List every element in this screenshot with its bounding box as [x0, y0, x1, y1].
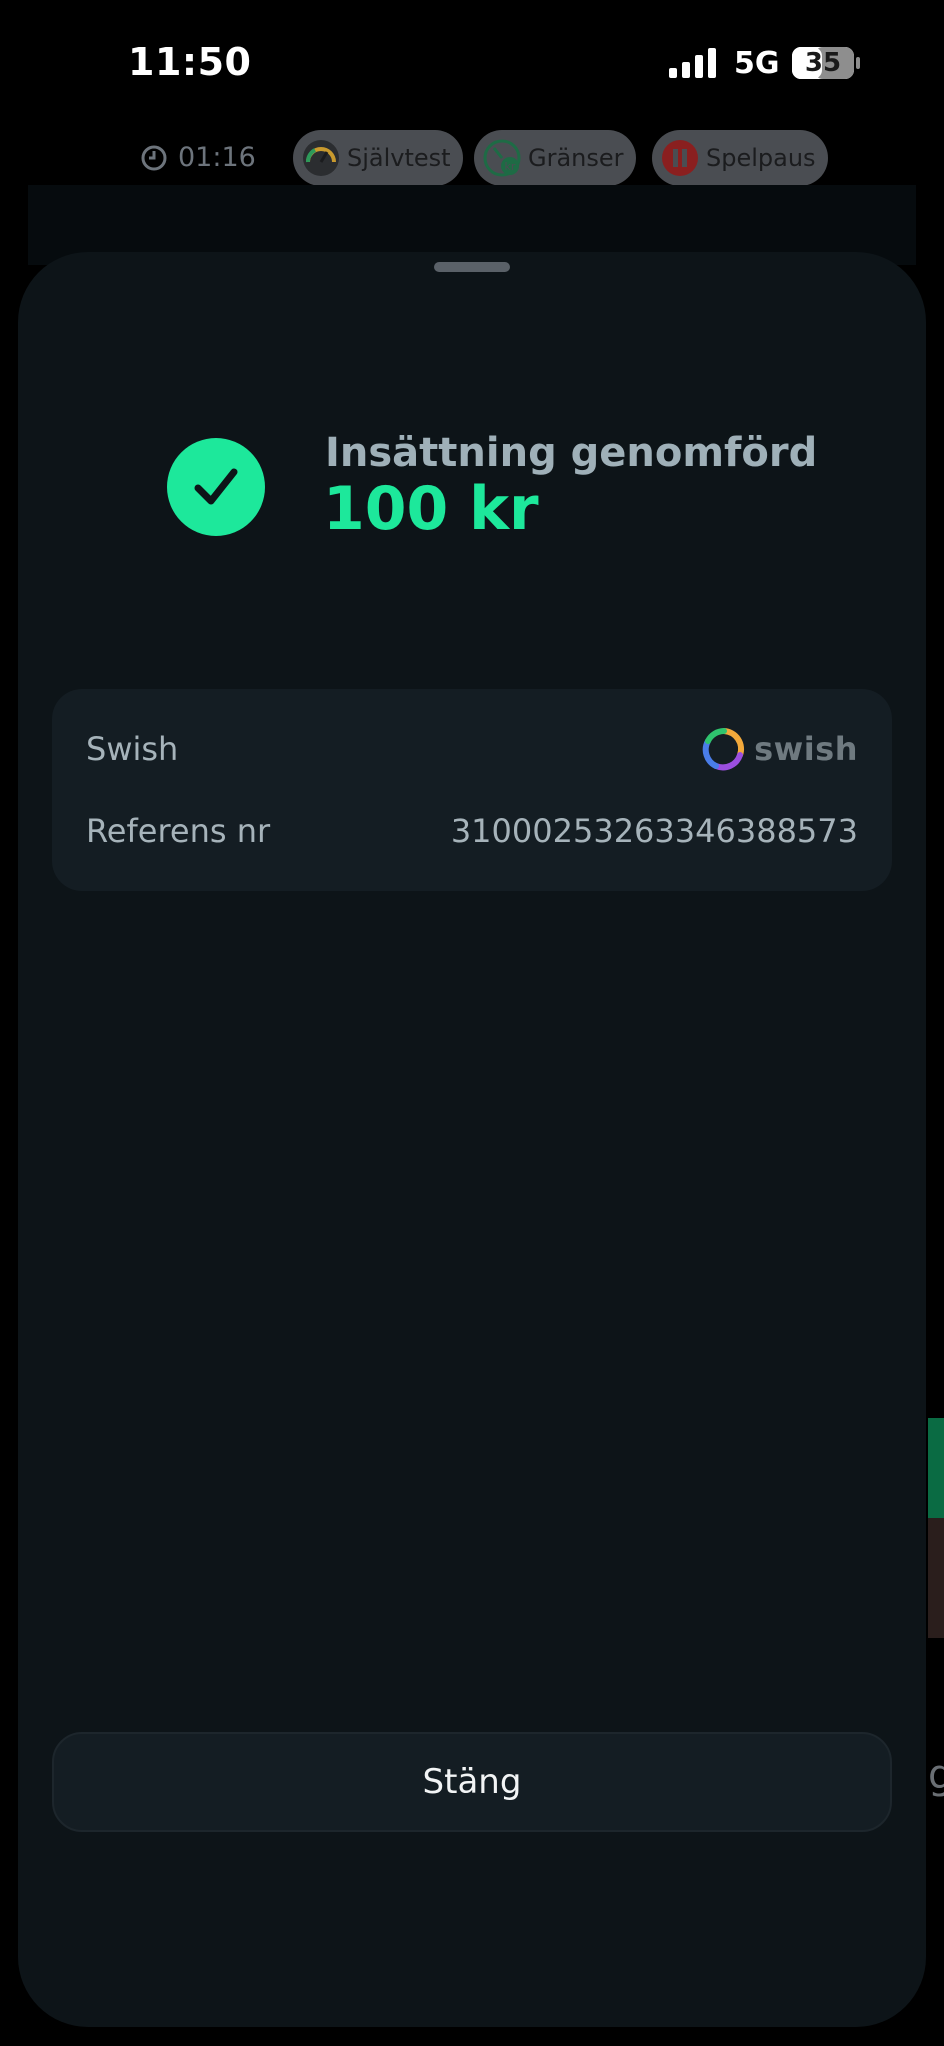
limits-icon: kr [482, 138, 522, 178]
pause-icon [660, 138, 700, 178]
swish-wordmark: swish [754, 730, 858, 768]
deposit-amount: 100 kr [323, 474, 539, 544]
status-bar: 11:50 5G 35 [0, 0, 944, 130]
status-time: 11:50 [128, 40, 252, 84]
session-time: 01:16 [178, 142, 256, 173]
self-test-pill[interactable]: Självtest [293, 130, 463, 186]
payment-method-label: Swish [86, 730, 179, 768]
checkmark-icon [167, 438, 265, 536]
swish-icon [702, 728, 745, 771]
sheet-drag-handle[interactable] [434, 262, 510, 272]
battery-level: 35 [804, 48, 842, 78]
payment-method-row: Swish swish [86, 727, 858, 771]
background-text: g [928, 1752, 944, 1798]
screen: 11:50 5G 35 01:16 Självtest kr Gränser S… [0, 0, 944, 2046]
gauge-icon [301, 138, 341, 178]
reference-value: 3100025326334638857​3 [450, 812, 858, 850]
background-content [928, 1518, 944, 1638]
clock-icon [141, 145, 167, 170]
svg-text:kr: kr [505, 160, 516, 173]
reference-label: Referens nr [86, 812, 271, 850]
responsible-gaming-toolbar: 01:16 Självtest kr Gränser Spelpaus [0, 130, 944, 190]
deposit-confirmation-sheet: Insättning genomförd 100 kr Swish swish … [18, 252, 926, 2027]
battery-icon: 35 [792, 47, 860, 79]
limits-pill[interactable]: kr Gränser [474, 130, 636, 186]
signal-icon [669, 48, 716, 78]
network-label: 5G [734, 46, 780, 81]
transaction-details-card: Swish swish Referens nr 3100025326334638… [52, 689, 892, 891]
limits-label: Gränser [528, 144, 624, 172]
game-pause-label: Spelpaus [706, 144, 816, 172]
self-test-label: Självtest [347, 144, 451, 172]
session-timer: 01:16 [140, 142, 256, 173]
deposit-success-title: Insättning genomförd [325, 430, 818, 476]
reference-row: Referens nr 3100025326334638857​3 [86, 811, 858, 851]
close-button[interactable]: Stäng [52, 1732, 892, 1832]
game-pause-pill[interactable]: Spelpaus [652, 130, 828, 186]
background-content [928, 1418, 944, 1518]
swish-logo: swish [702, 727, 858, 771]
